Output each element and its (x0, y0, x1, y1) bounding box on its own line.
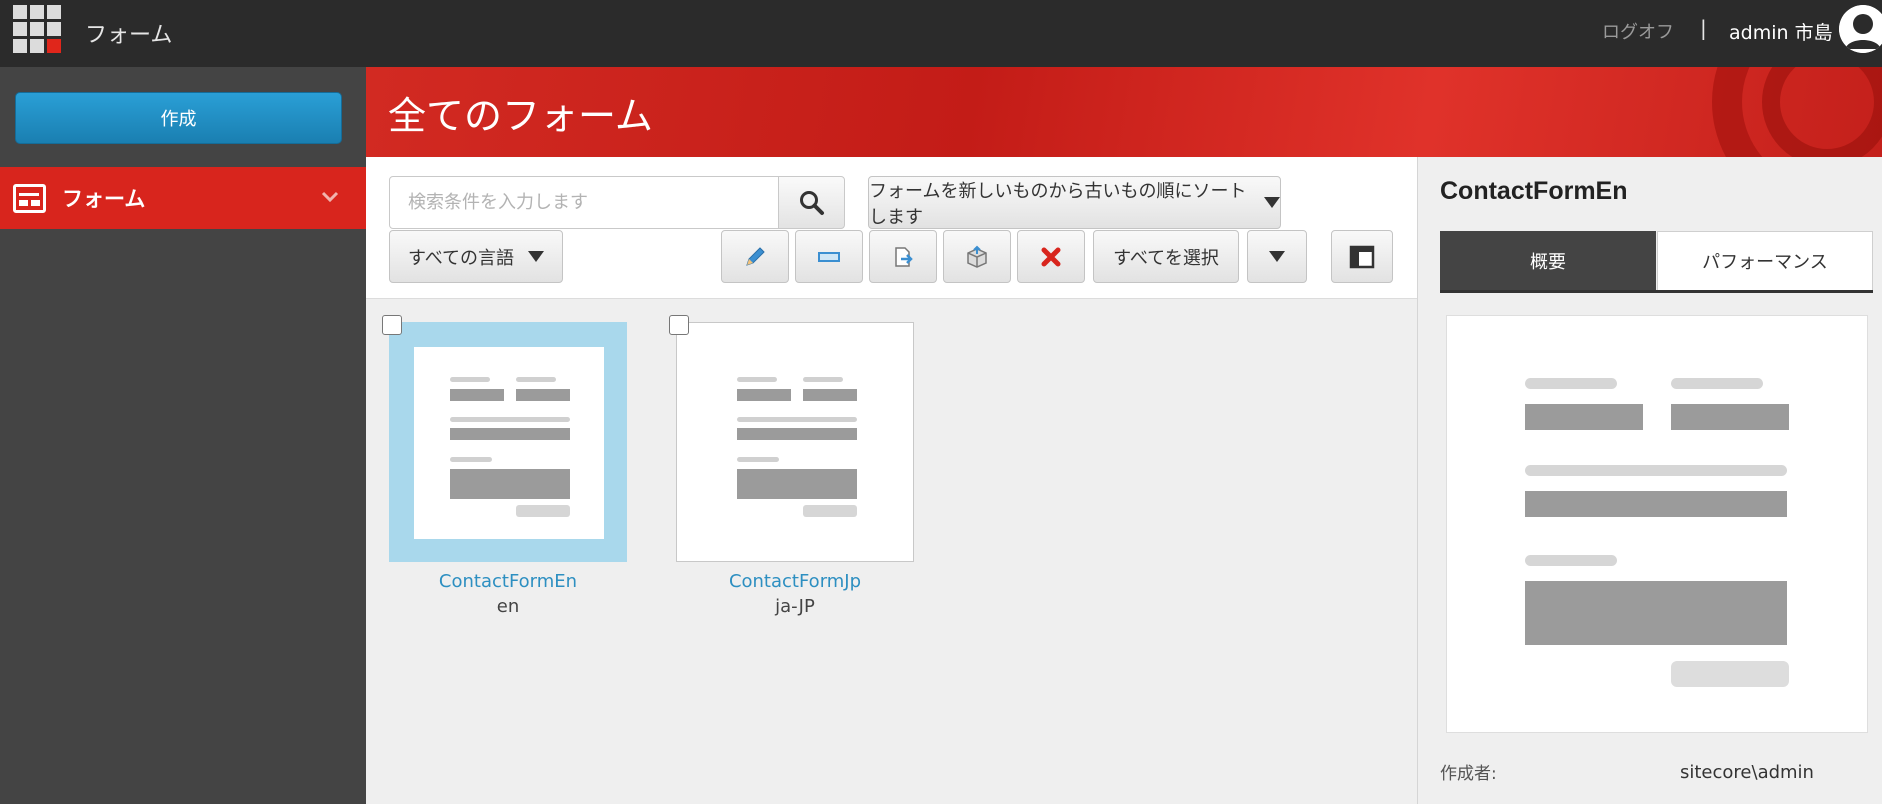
form-preview (1446, 315, 1868, 733)
form-thumbnail (414, 347, 604, 539)
page-title: 全てのフォーム (388, 94, 653, 138)
dropdown-caret-icon (1269, 251, 1285, 262)
tab-overview[interactable]: 概要 (1440, 231, 1656, 290)
forms-list: ContactFormEn en ContactFormJp ja-JP (366, 299, 1417, 804)
card-checkbox[interactable] (382, 315, 402, 335)
toggle-panel-button[interactable] (1331, 230, 1393, 283)
sidebar-item-label: フォーム (62, 187, 146, 211)
search-input[interactable] (390, 177, 778, 228)
card-checkbox[interactable] (669, 315, 689, 335)
sort-dropdown[interactable]: フォームを新しいものから古いもの順にソートします (868, 176, 1281, 229)
sort-label: フォームを新しいものから古いもの順にソートします (869, 180, 1247, 228)
dropdown-caret-icon (528, 251, 545, 262)
export-icon (895, 246, 913, 267)
rename-field-icon (818, 251, 840, 262)
delete-button[interactable] (1017, 230, 1085, 283)
search-button[interactable] (778, 176, 845, 229)
search-icon (799, 190, 824, 215)
user-avatar-icon[interactable] (1839, 5, 1882, 53)
more-options-dropdown[interactable] (1247, 230, 1307, 283)
layout-panel-icon (1349, 245, 1375, 268)
details-tabs: 概要 パフォーマンス (1440, 231, 1873, 293)
sidebar: 作成 フォーム (0, 67, 366, 804)
form-language: ja-JP (775, 596, 815, 617)
delete-x-icon (1041, 247, 1061, 266)
logout-link[interactable]: ログオフ (1602, 18, 1674, 44)
author-label: 作成者: (1440, 764, 1497, 784)
page-header: 全てのフォーム (366, 67, 1882, 157)
deploy-box-icon (967, 245, 987, 268)
top-bar: フォーム ログオフ | admin 市島 (0, 0, 1882, 67)
language-label: すべての言語 (407, 247, 515, 269)
form-card[interactable] (669, 315, 914, 562)
chevron-down-icon[interactable] (321, 187, 339, 208)
toolbar: フォームを新しいものから古いもの順にソートします すべての言語 (366, 157, 1417, 299)
search-box (389, 176, 845, 229)
create-button[interactable]: 作成 (15, 92, 342, 144)
form-thumbnail (701, 347, 891, 539)
topbar-separator: | (1700, 16, 1707, 40)
language-dropdown[interactable]: すべての言語 (389, 230, 563, 283)
app-title: フォーム (85, 23, 173, 48)
tab-performance[interactable]: パフォーマンス (1657, 231, 1873, 290)
username: admin 市島 (1729, 22, 1833, 44)
banner-decoration (1762, 67, 1882, 157)
export-button[interactable] (869, 230, 937, 283)
rename-button[interactable] (795, 230, 863, 283)
edit-button[interactable] (721, 230, 789, 283)
select-all-button[interactable]: すべてを選択 (1093, 230, 1239, 283)
form-name-link[interactable]: ContactFormEn (389, 571, 627, 592)
details-title: ContactFormEn (1440, 177, 1628, 205)
form-name-link[interactable]: ContactFormJp (676, 571, 914, 592)
forms-nav-icon (13, 183, 46, 213)
details-panel: ContactFormEn 概要 パフォーマンス 作成者: sitecore\a… (1417, 157, 1882, 804)
sidebar-item-forms[interactable]: フォーム (0, 167, 366, 229)
author-value: sitecore\admin (1680, 762, 1814, 783)
app-launcher-icon[interactable] (13, 5, 63, 53)
edit-pencil-icon (746, 246, 765, 266)
form-card[interactable] (382, 315, 627, 562)
dropdown-caret-icon (1264, 197, 1280, 208)
deploy-button[interactable] (943, 230, 1011, 283)
form-language: en (496, 596, 520, 617)
